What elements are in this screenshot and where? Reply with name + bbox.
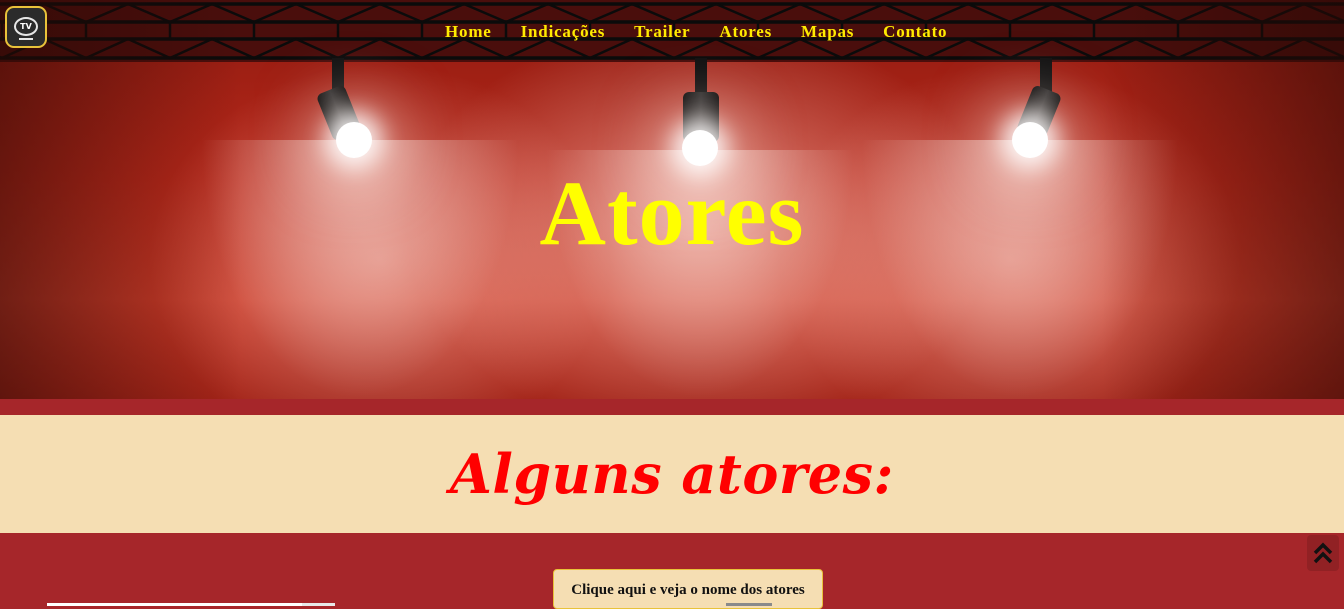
logo-text: TV: [20, 21, 32, 31]
spotlight-right: [1010, 58, 1070, 158]
double-chevron-up-icon: [1313, 542, 1333, 564]
hero-banner: TV Home Indicações Trailer Atores Mapas …: [0, 0, 1344, 399]
page-title: Atores: [539, 162, 805, 264]
section-banner: Alguns atores:: [0, 415, 1344, 533]
nav-atores[interactable]: Atores: [719, 22, 772, 42]
section-title: Alguns atores:: [450, 442, 894, 506]
nav-home[interactable]: Home: [445, 22, 492, 42]
tv-icon: TV: [14, 16, 38, 40]
spotlight-center: [676, 58, 726, 168]
show-actors-button[interactable]: Clique aqui e veja o nome dos atores: [553, 569, 823, 609]
nav-trailer[interactable]: Trailer: [634, 22, 690, 42]
nav-indicacoes[interactable]: Indicações: [521, 22, 606, 42]
site-logo[interactable]: TV: [5, 6, 47, 48]
main-nav: Home Indicações Trailer Atores Mapas Con…: [445, 22, 976, 42]
scroll-top-button[interactable]: [1307, 535, 1339, 571]
nav-contato[interactable]: Contato: [883, 22, 947, 42]
spotlight-left: [315, 58, 378, 158]
nav-mapas[interactable]: Mapas: [801, 22, 854, 42]
